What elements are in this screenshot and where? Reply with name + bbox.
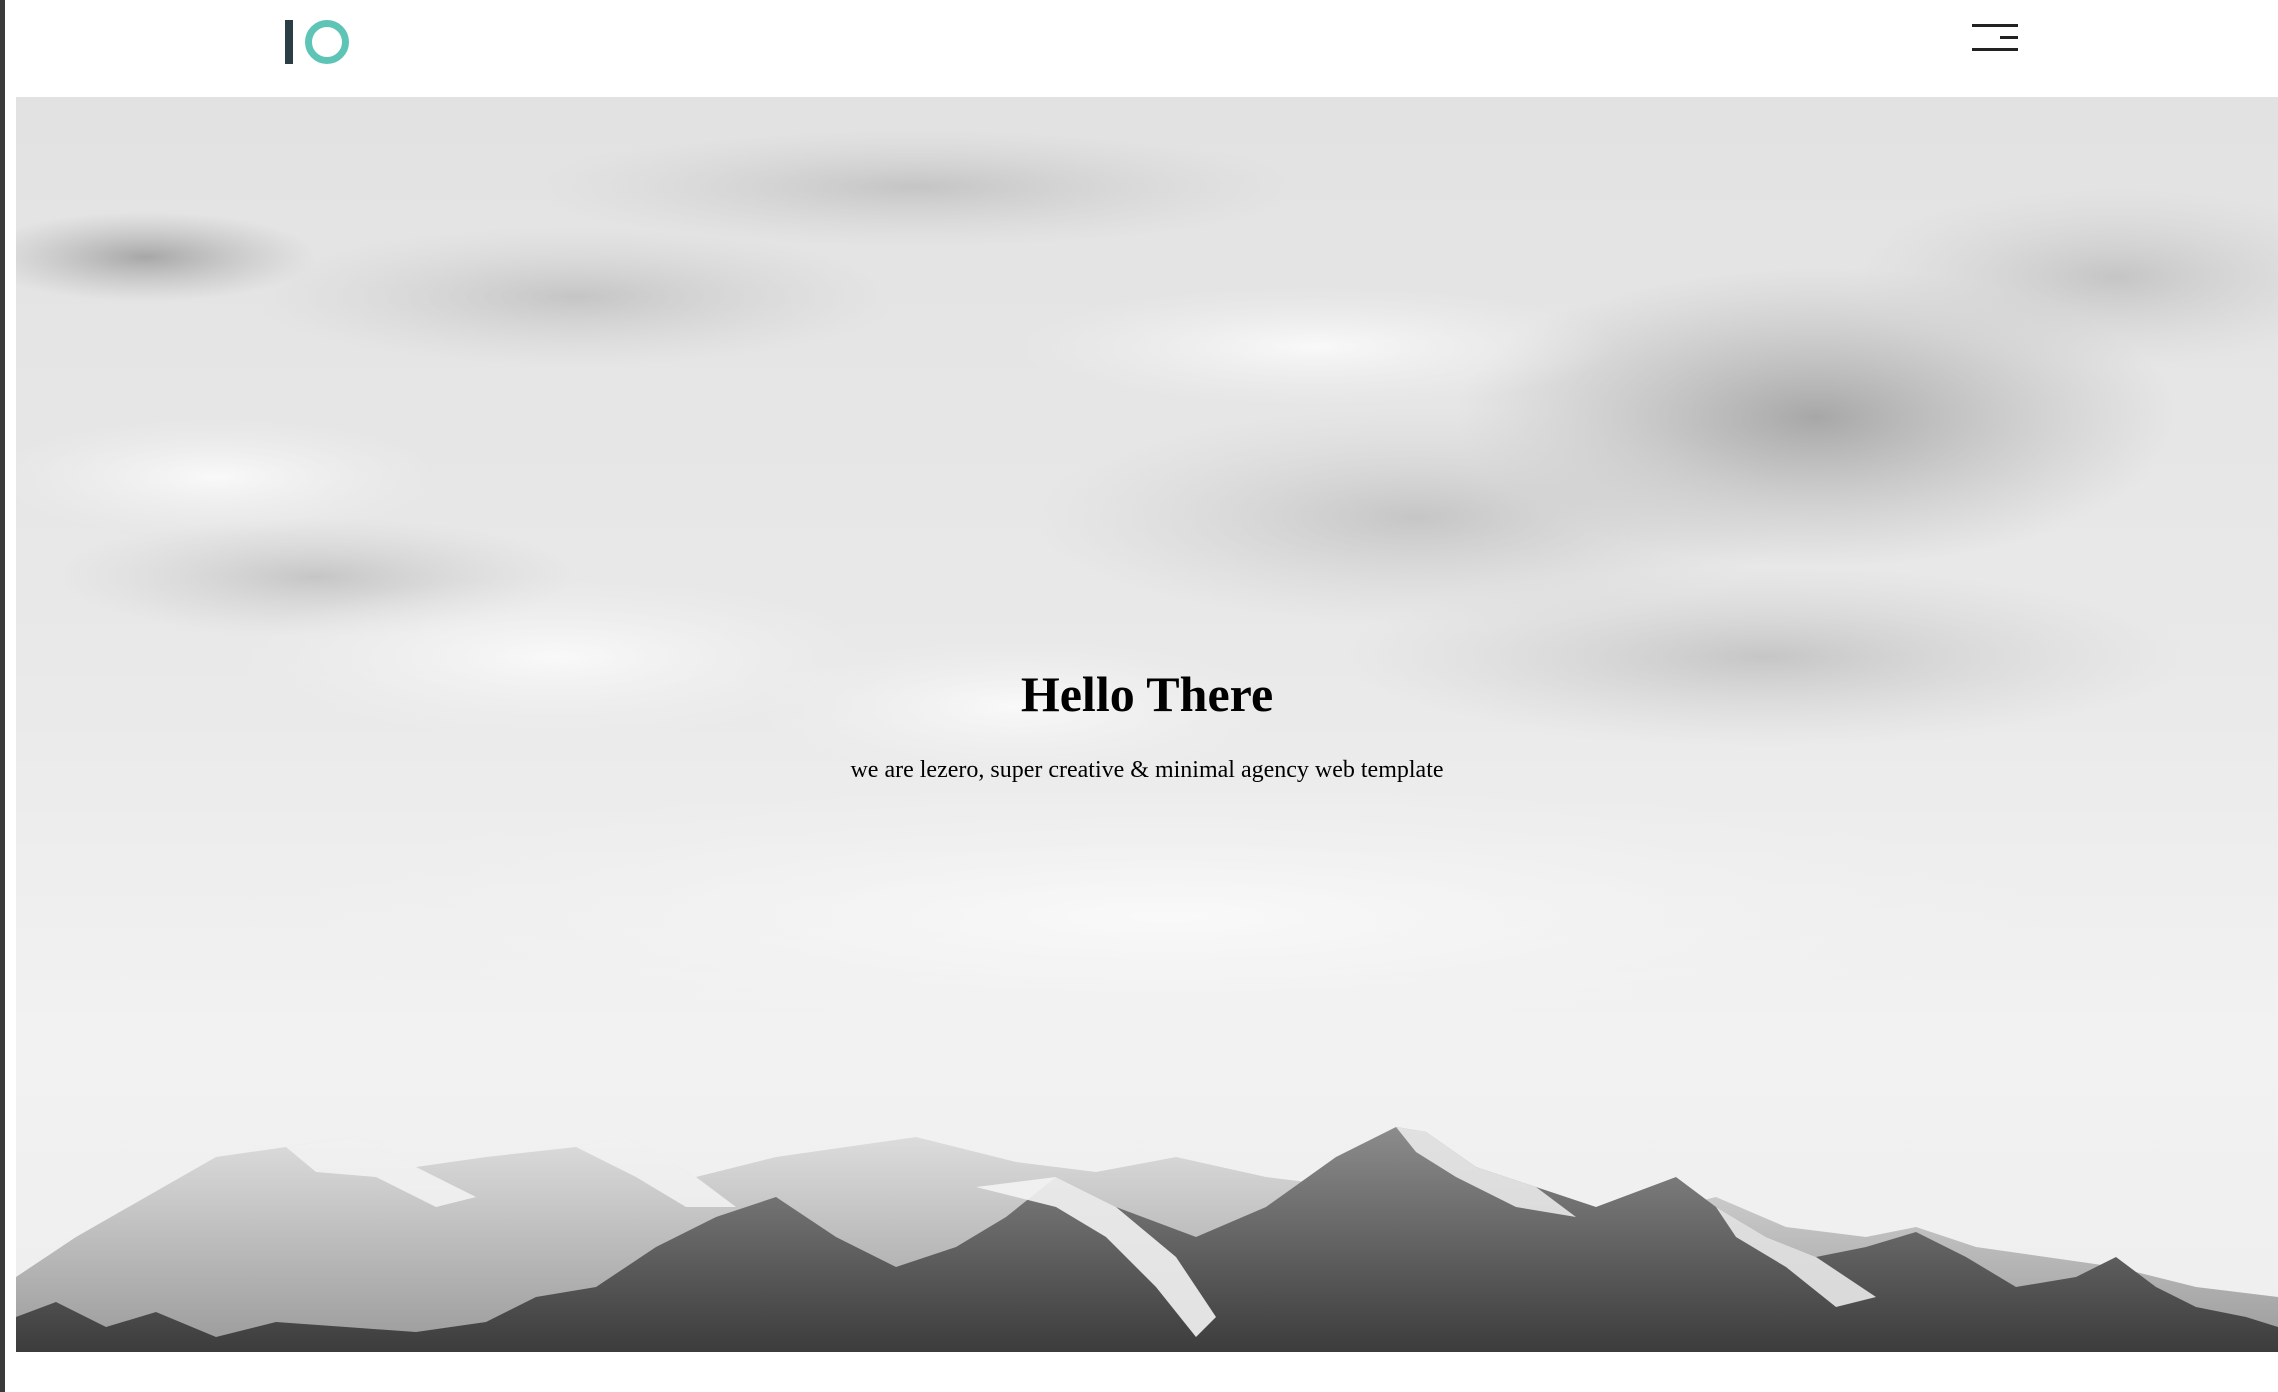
menu-line-bottom — [1972, 48, 2018, 51]
menu-line-top — [1972, 24, 2018, 27]
logo-ring — [305, 20, 349, 64]
hamburger-menu-icon[interactable] — [1970, 20, 2020, 56]
menu-line-middle — [2000, 36, 2018, 39]
io-logo-icon[interactable] — [281, 18, 353, 68]
hero-subtitle: we are lezero, super creative & minimal … — [850, 757, 1444, 783]
hero-title: Hello There — [1020, 666, 1274, 722]
site-header — [5, 0, 2278, 97]
window-edge — [0, 0, 5, 1392]
logo-bar — [285, 20, 293, 64]
hero-content: Hello There we are lezero, super creativ… — [16, 97, 2278, 1352]
hero-section: Hello There we are lezero, super creativ… — [16, 97, 2278, 1352]
